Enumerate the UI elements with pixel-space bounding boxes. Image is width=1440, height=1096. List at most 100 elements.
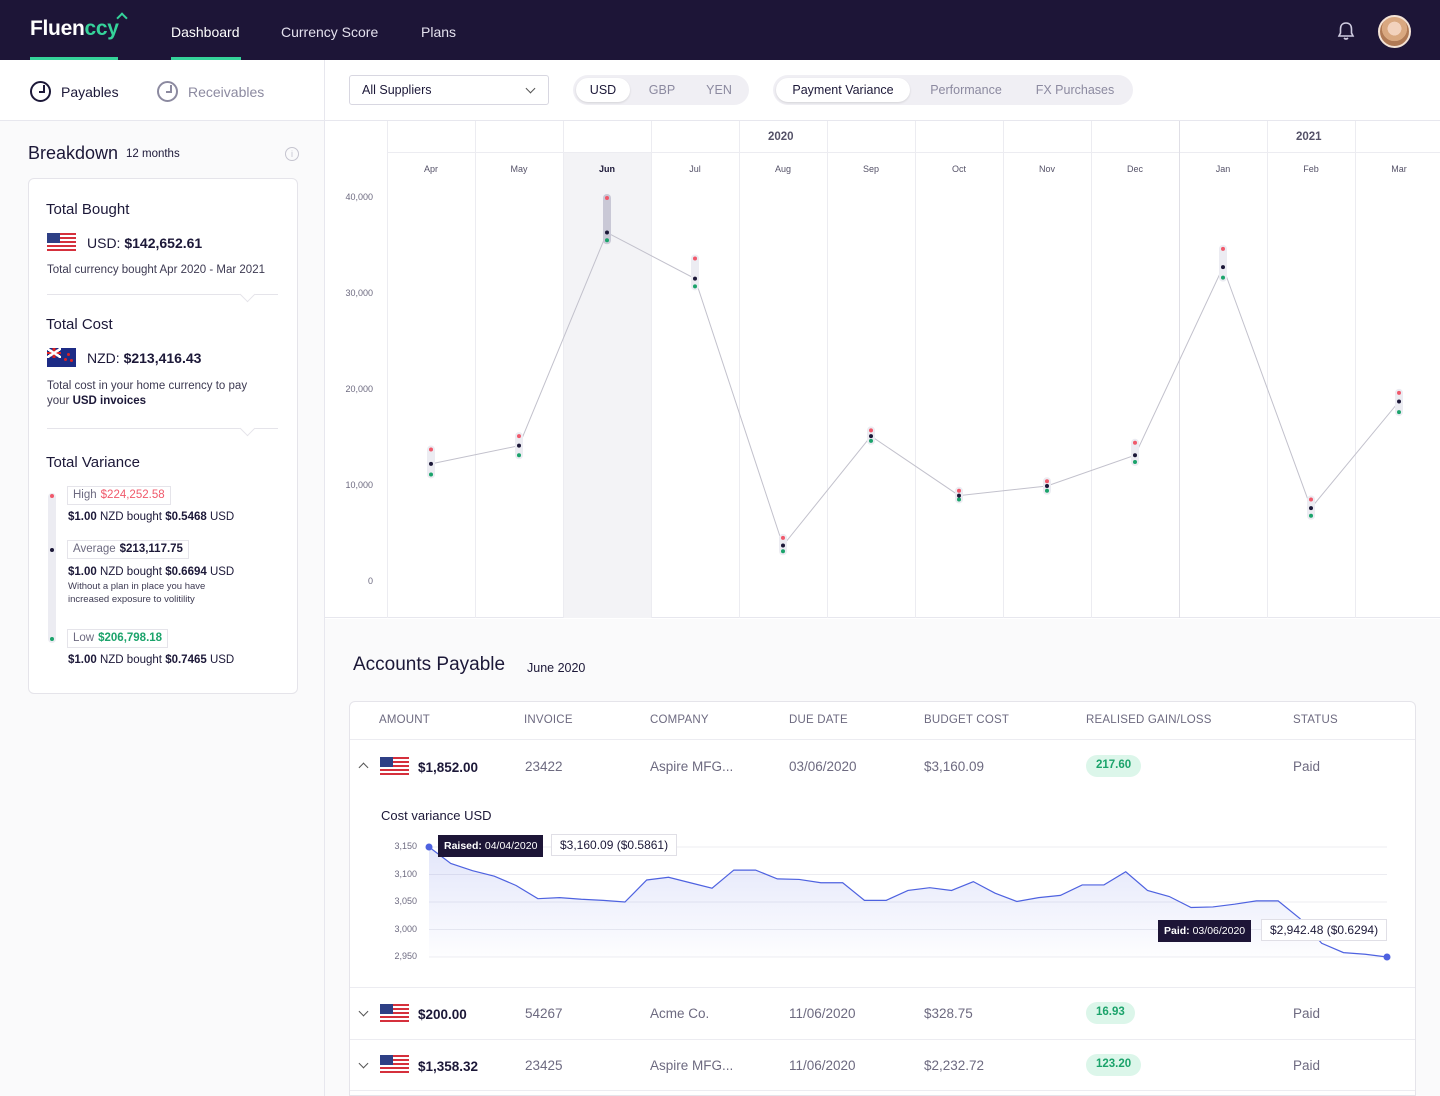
cost-y-tick-label: 3,100 — [394, 868, 417, 879]
row-company: Aspire MFG... — [650, 759, 734, 774]
tab-payables[interactable]: Payables — [30, 81, 119, 102]
month-column-divider — [915, 121, 916, 618]
column-header-status[interactable]: STATUS — [1293, 714, 1338, 726]
total-cost-amount: NZD: $213,416.43 — [87, 350, 202, 366]
accounts-payable-period: June 2020 — [527, 661, 586, 675]
row-status: Paid — [1293, 759, 1321, 774]
month-column-divider — [563, 121, 564, 618]
us-flag-icon — [380, 757, 409, 776]
column-header-realised-gain-loss[interactable]: REALISED GAIN/LOSS — [1086, 714, 1212, 726]
month-label[interactable]: Oct — [915, 164, 1003, 174]
variance-low-badge: Low $206,798.18 — [67, 629, 169, 648]
row-amount: $1,358.32 — [418, 1059, 479, 1074]
receivables-icon — [157, 81, 178, 102]
month-column-divider — [387, 121, 388, 618]
month-column-divider — [651, 121, 652, 618]
breakdown-card — [28, 178, 298, 694]
nz-flag-icon — [47, 348, 76, 367]
month-label[interactable]: Sep — [827, 164, 915, 174]
variance-low-rate: $1.00 NZD bought $0.7465 USD — [68, 654, 235, 666]
row-amount: $200.00 — [418, 1007, 467, 1022]
month-label[interactable]: Dec — [1091, 164, 1179, 174]
total-variance-heading: Total Variance — [46, 454, 140, 471]
month-column-divider — [1091, 121, 1092, 618]
month-label[interactable]: Jun — [563, 164, 651, 174]
column-header-due-date[interactable]: DUE DATE — [789, 714, 848, 726]
month-label[interactable]: Jul — [651, 164, 739, 174]
currency-gbp[interactable]: GBP — [635, 78, 689, 102]
column-header-invoice[interactable]: INVOICE — [524, 714, 573, 726]
y-tick-label: 20,000 — [345, 384, 373, 394]
row-divider — [350, 1039, 1415, 1040]
month-label[interactable]: Aug — [739, 164, 827, 174]
cost-y-tick-label: 3,000 — [394, 923, 417, 934]
year-divider — [1179, 121, 1180, 618]
view-performance[interactable]: Performance — [913, 78, 1019, 102]
variance-average-dot — [50, 548, 54, 552]
variance-high-badge: High $224,252.58 — [67, 486, 171, 505]
column-header-budget-cost[interactable]: BUDGET COST — [924, 714, 1009, 726]
nav-currency-score[interactable]: Currency Score — [281, 24, 378, 40]
section-divider — [47, 428, 278, 429]
info-icon[interactable]: i — [285, 147, 299, 161]
supplier-select[interactable]: All Suppliers — [349, 75, 549, 105]
nav-plans[interactable]: Plans — [421, 24, 456, 40]
month-column-divider — [1003, 121, 1004, 618]
month-label[interactable]: Feb — [1267, 164, 1355, 174]
tab-payables-label: Payables — [61, 83, 119, 100]
total-bought-heading: Total Bought — [46, 201, 130, 218]
y-tick-label: 30,000 — [345, 288, 373, 298]
total-bought-amount: USD: $142,652.61 — [87, 235, 203, 251]
nav-dashboard[interactable]: Dashboard — [171, 24, 240, 40]
view-payment-variance[interactable]: Payment Variance — [776, 78, 910, 102]
y-tick-label: 0 — [367, 576, 373, 586]
user-avatar[interactable] — [1378, 15, 1411, 48]
cost-y-tick-label: 2,950 — [394, 951, 417, 961]
bell-icon[interactable] — [1335, 20, 1357, 42]
row-gain-badge: 217.60 — [1086, 755, 1142, 777]
us-flag-icon — [380, 1055, 409, 1074]
tab-receivables[interactable]: Receivables — [157, 81, 264, 102]
row-budget-cost: $3,160.09 — [924, 759, 985, 774]
row-gain-badge: 123.20 — [1086, 1054, 1142, 1076]
currency-yen[interactable]: YEN — [693, 78, 745, 102]
month-column-divider — [1267, 121, 1268, 618]
column-header-amount[interactable]: AMOUNT — [379, 714, 430, 726]
total-bought-note: Total currency bought Apr 2020 - Mar 202… — [47, 264, 265, 276]
y-tick-label: 40,000 — [345, 192, 373, 202]
accounts-payable-title: Accounts Payable — [353, 654, 506, 675]
year-header — [387, 121, 1440, 153]
month-column-divider — [1355, 121, 1356, 618]
currency-usd[interactable]: USD — [576, 78, 630, 102]
us-flag-icon — [380, 1004, 409, 1023]
month-label[interactable]: Jan — [1179, 164, 1267, 174]
tab-active-indicator — [30, 57, 118, 60]
chevron-down-icon — [525, 83, 536, 94]
variance-high-rate: $1.00 NZD bought $0.5468 USD — [68, 511, 235, 523]
month-label[interactable]: Apr — [387, 164, 475, 174]
column-header-company[interactable]: COMPANY — [650, 714, 709, 726]
row-divider — [350, 1090, 1415, 1091]
row-invoice[interactable]: 23425 — [525, 1058, 563, 1073]
cost-variance-title: Cost variance USD — [381, 808, 492, 823]
fluenccy-logo[interactable]: Fluenccy — [30, 17, 119, 41]
total-cost-note: Total cost in your home currency to pay y… — [47, 380, 248, 407]
raised-tooltip-label: Raised: 04/04/2020 — [438, 835, 544, 857]
row-invoice[interactable]: 23422 — [525, 759, 563, 774]
month-label[interactable]: Nov — [1003, 164, 1091, 174]
breakdown-title: Breakdown — [28, 143, 119, 163]
cost-y-tick-label: 3,050 — [394, 896, 417, 906]
row-amount: $1,852.00 — [418, 760, 479, 775]
year-label-2021: 2021 — [1296, 131, 1322, 143]
month-label[interactable]: May — [475, 164, 563, 174]
view-fx-purchases[interactable]: FX Purchases — [1021, 78, 1129, 102]
row-status: Paid — [1293, 1058, 1321, 1073]
row-invoice[interactable]: 54267 — [525, 1006, 563, 1021]
row-divider — [350, 987, 1415, 988]
variance-low-dot — [50, 637, 54, 641]
row-due-date: 11/06/2020 — [789, 1058, 856, 1073]
top-navbar: Fluenccy Dashboard Currency Score Plans — [0, 0, 1440, 60]
month-label[interactable]: Mar — [1355, 164, 1440, 174]
row-budget-cost: $328.75 — [924, 1006, 973, 1021]
variance-average-note: Without a plan in place you have increase… — [68, 581, 206, 605]
